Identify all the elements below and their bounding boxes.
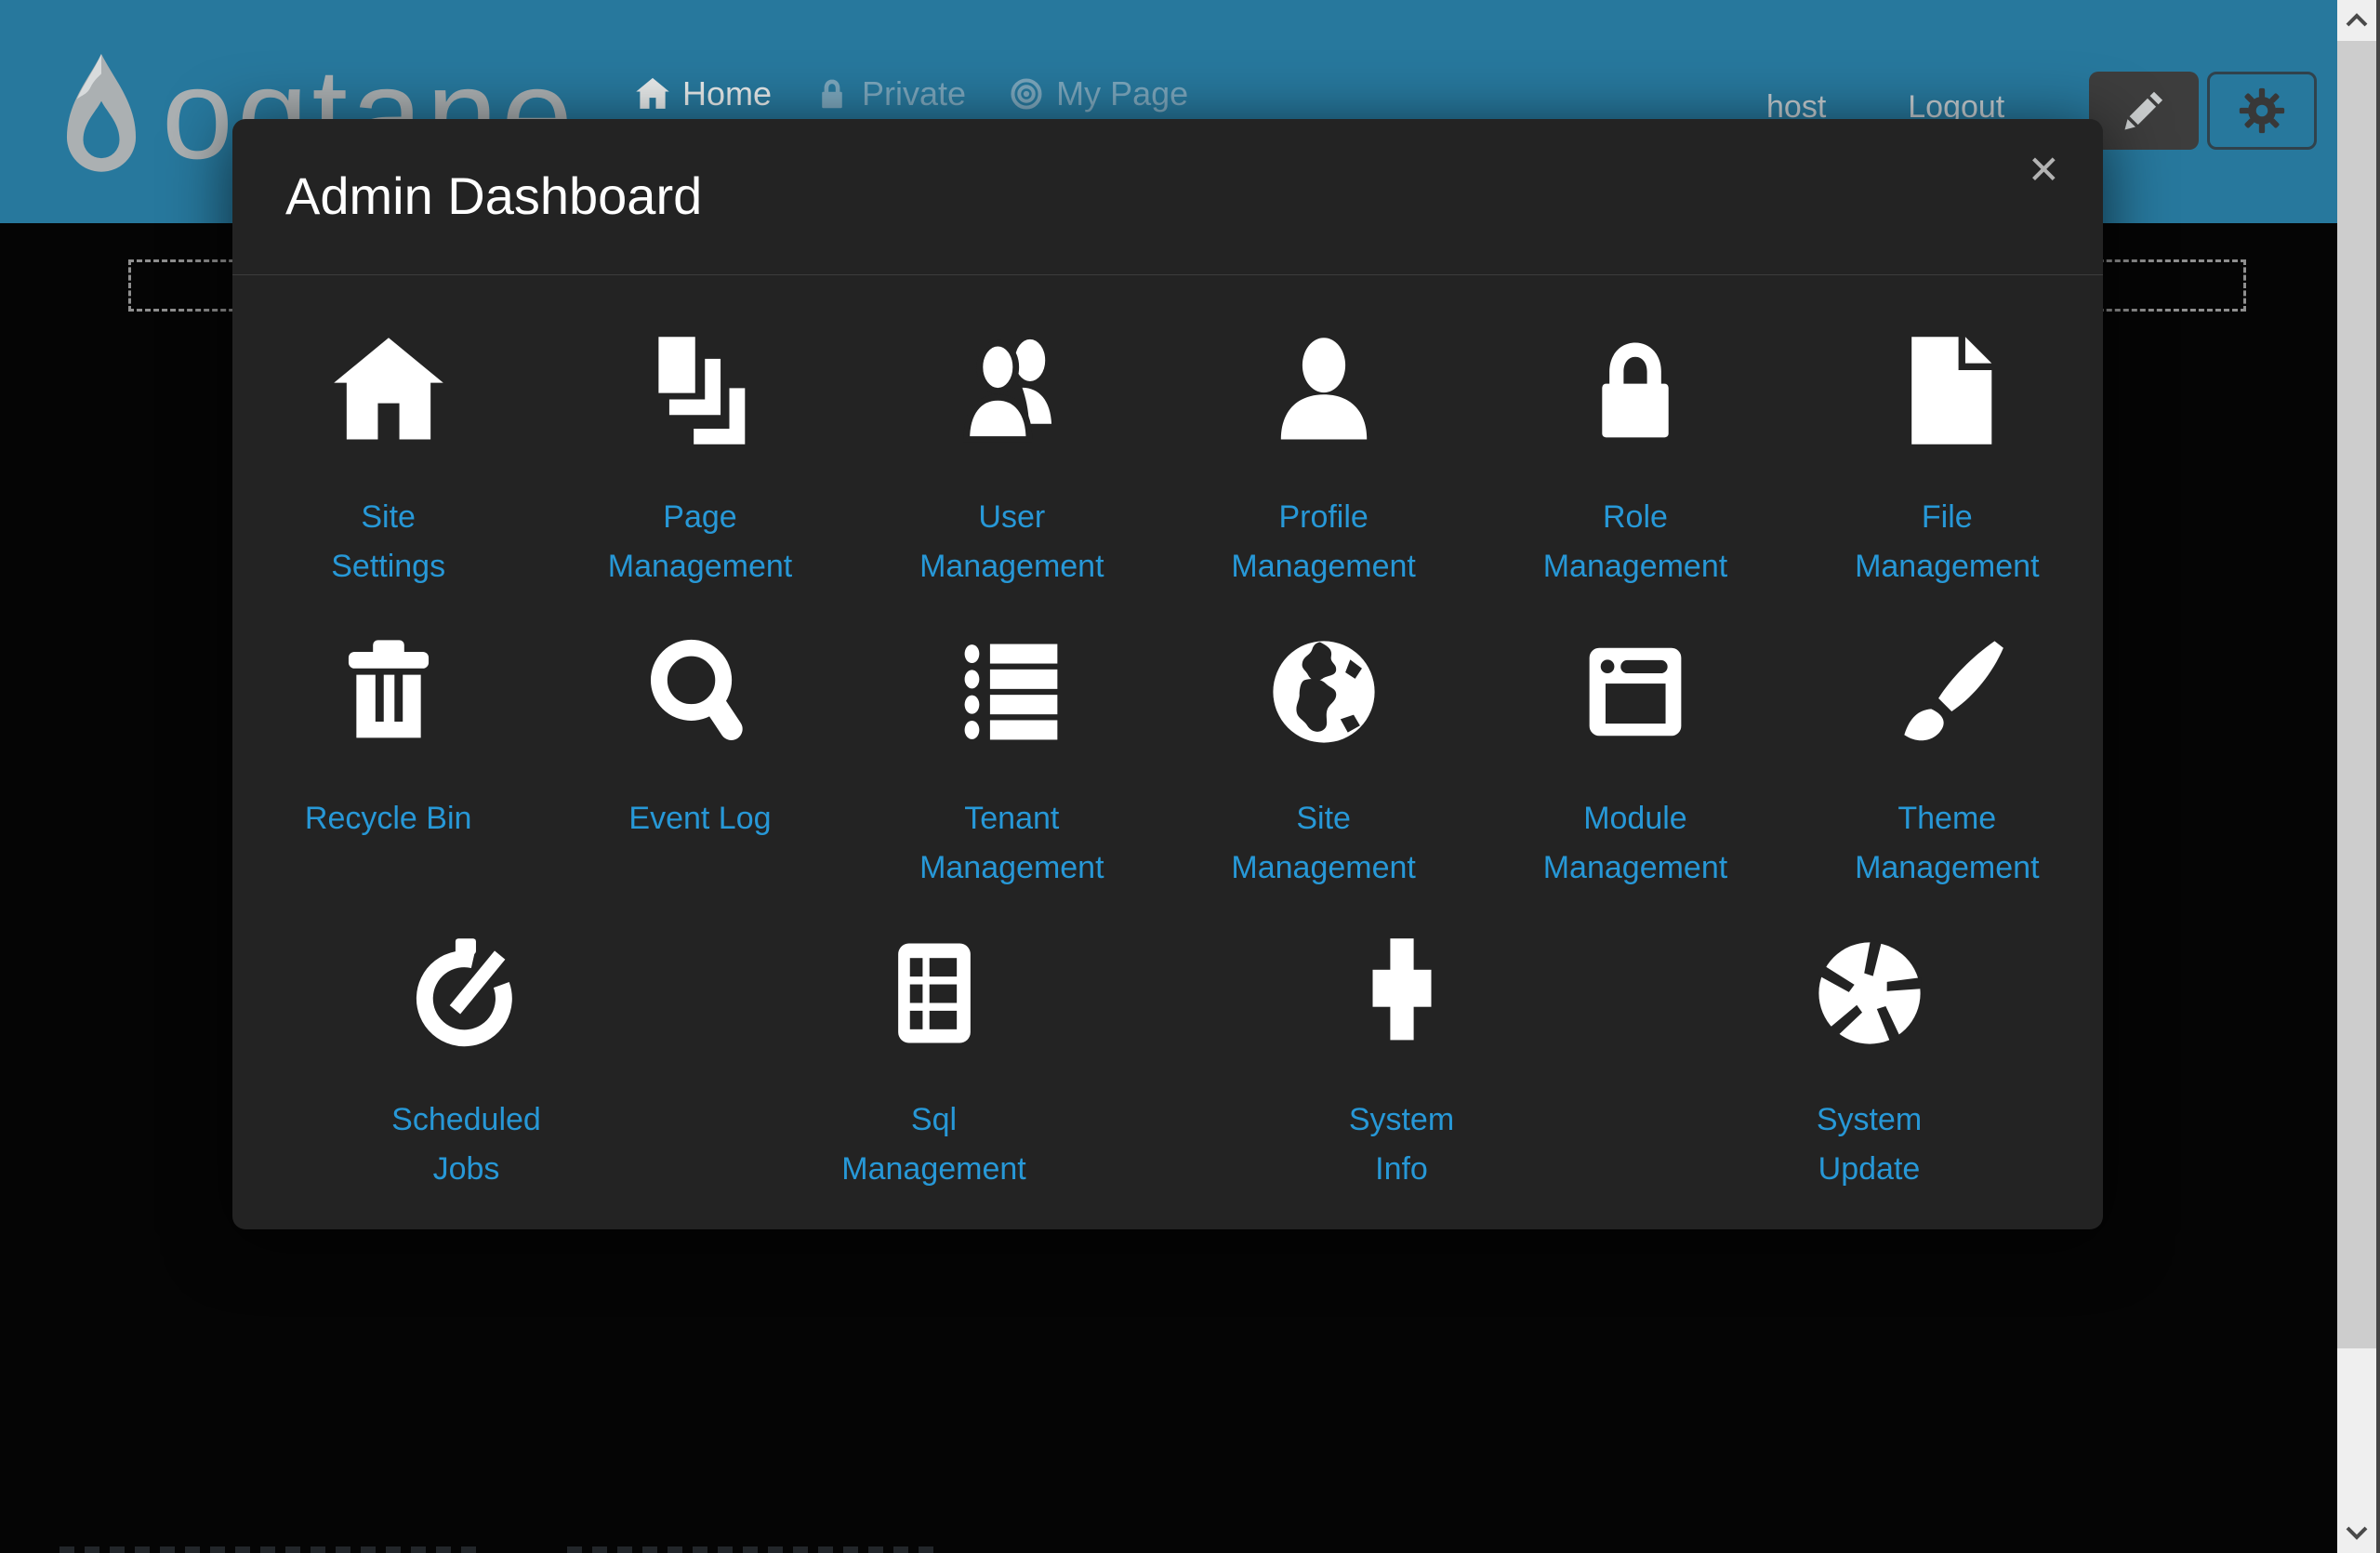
nav-label: Home <box>682 74 772 113</box>
tile-label: UserManagement <box>919 493 1104 591</box>
spreadsheet-icon <box>876 932 993 1055</box>
nav-item-private[interactable]: Private <box>814 74 966 113</box>
tile-label: ProfileManagement <box>1231 493 1415 591</box>
tile-tenant-management[interactable]: TenantManagement <box>856 630 1168 893</box>
magnifier-icon <box>641 630 759 753</box>
scroll-down-button[interactable] <box>2337 1512 2376 1553</box>
nav-item-my-page[interactable]: My Page <box>1009 74 1188 113</box>
tile-label: ScheduledJobs <box>391 1095 541 1194</box>
tile-system-info[interactable]: SystemInfo <box>1168 932 1635 1194</box>
tile-profile-management[interactable]: ProfileManagement <box>1168 329 1479 591</box>
gear-icon <box>2235 84 2289 138</box>
bullseye-icon <box>1009 76 1044 112</box>
droplet-icon <box>56 52 147 197</box>
list-icon <box>953 630 1070 753</box>
pencil-icon <box>2118 85 2170 137</box>
chevron-down-icon <box>2344 1523 2370 1542</box>
home-icon <box>635 76 670 112</box>
globe-icon <box>1265 630 1382 753</box>
clipped-bottom-content <box>567 1546 939 1553</box>
timer-icon <box>408 932 525 1055</box>
tile-row-2: Recycle Bin Event Log TenantManagement Site… <box>232 630 2103 893</box>
file-icon <box>1888 329 2005 452</box>
tile-label: TenantManagement <box>919 794 1104 893</box>
tile-label: RoleManagement <box>1543 493 1727 591</box>
tile-event-log[interactable]: Event Log <box>544 630 855 893</box>
window-edge <box>2376 0 2380 1553</box>
chevron-up-icon <box>2344 11 2370 30</box>
tile-recycle-bin[interactable]: Recycle Bin <box>232 630 544 893</box>
tile-label: SystemUpdate <box>1817 1095 1922 1194</box>
person-icon <box>1265 329 1382 452</box>
screen: oqtane HomePrivateMy Page hostLogout <box>0 0 2380 1553</box>
edit-mode-button[interactable] <box>2089 72 2199 150</box>
tile-label: Event Log <box>628 794 771 843</box>
admin-dashboard-modal: Admin Dashboard ✕ SiteSettings PageManage… <box>232 119 2103 1229</box>
brush-icon <box>1888 630 2005 753</box>
modal-header: Admin Dashboard ✕ <box>232 119 2103 275</box>
people-icon <box>953 329 1070 452</box>
vertical-scrollbar <box>2337 0 2376 1553</box>
tile-page-management[interactable]: PageManagement <box>544 329 855 591</box>
tile-site-settings[interactable]: SiteSettings <box>232 329 544 591</box>
nav-label: Private <box>862 74 966 113</box>
modal-body: SiteSettings PageManagement UserManagement… <box>232 275 2103 1194</box>
layers-icon <box>641 329 759 452</box>
tile-user-management[interactable]: UserManagement <box>856 329 1168 591</box>
tile-system-update[interactable]: SystemUpdate <box>1635 932 2103 1194</box>
tile-row-3: ScheduledJobs SqlManagement SystemInfo Syst… <box>232 932 2103 1194</box>
modal-title: Admin Dashboard <box>285 119 702 273</box>
clipped-bottom-content <box>60 1546 480 1553</box>
nav-label: My Page <box>1056 74 1188 113</box>
tile-scheduled-jobs[interactable]: ScheduledJobs <box>232 932 700 1194</box>
tile-file-management[interactable]: FileManagement <box>1792 329 2103 591</box>
home-icon <box>330 329 447 452</box>
browser-icon <box>1577 630 1694 753</box>
tile-label: ModuleManagement <box>1543 794 1727 893</box>
tile-module-management[interactable]: ModuleManagement <box>1479 630 1791 893</box>
tile-label: SystemInfo <box>1349 1095 1454 1194</box>
control-panel-button[interactable] <box>2207 72 2317 150</box>
tile-sql-management[interactable]: SqlManagement <box>700 932 1168 1194</box>
tile-label: PageManagement <box>608 493 792 591</box>
tile-label: SiteSettings <box>331 493 445 591</box>
nav-item-home[interactable]: Home <box>635 74 772 113</box>
medical-cross-icon <box>1343 932 1461 1055</box>
tile-theme-management[interactable]: ThemeManagement <box>1792 630 2103 893</box>
tile-row-1: SiteSettings PageManagement UserManagement… <box>232 329 2103 591</box>
trash-icon <box>330 630 447 753</box>
aperture-icon <box>1811 932 1928 1055</box>
tile-label: FileManagement <box>1855 493 2039 591</box>
lock-icon <box>814 76 850 112</box>
scroll-up-button[interactable] <box>2337 0 2376 41</box>
main-nav: Home Private My Page <box>635 74 1188 113</box>
tile-label: SiteManagement <box>1231 794 1415 893</box>
tile-label: ThemeManagement <box>1855 794 2039 893</box>
tile-label: Recycle Bin <box>305 794 472 843</box>
tile-site-management[interactable]: SiteManagement <box>1168 630 1479 893</box>
tile-role-management[interactable]: RoleManagement <box>1479 329 1791 591</box>
tile-label: SqlManagement <box>841 1095 1025 1194</box>
close-icon[interactable]: ✕ <box>2028 151 2060 190</box>
scrollbar-thumb[interactable] <box>2337 41 2376 1348</box>
lock-icon <box>1577 329 1694 452</box>
